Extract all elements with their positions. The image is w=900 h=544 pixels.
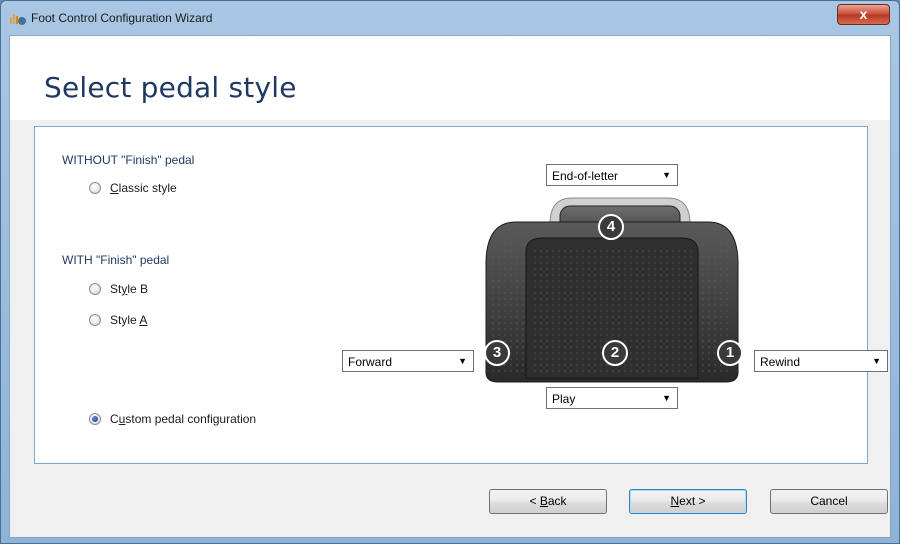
radio-label-custom: Custom pedal configuration: [110, 412, 257, 426]
app-icon: [10, 14, 26, 25]
pedal-number-4: 4: [598, 214, 624, 240]
chevron-down-icon: ▼: [872, 356, 881, 366]
wizard-window: Foot Control Configuration Wizard x Sele…: [0, 0, 900, 544]
radio-classic-style[interactable]: Classic style: [89, 181, 177, 195]
radio-label-style-b: Style B: [110, 282, 149, 296]
radio-style-b[interactable]: Style B: [89, 282, 148, 296]
page-title: Select pedal style: [44, 71, 297, 104]
radio-custom-pedal[interactable]: Custom pedal configuration: [89, 412, 256, 426]
chevron-down-icon: ▼: [662, 393, 671, 403]
radio-button[interactable]: [89, 283, 101, 295]
radio-label-classic: Classic style: [110, 181, 177, 195]
pedal-3-dropdown[interactable]: Forward ▼: [342, 350, 474, 372]
back-button[interactable]: < Back: [489, 489, 607, 514]
radio-button[interactable]: [89, 182, 101, 194]
next-button[interactable]: Next >: [629, 489, 747, 514]
radio-style-a[interactable]: Style A: [89, 313, 147, 327]
chevron-down-icon: ▼: [458, 356, 467, 366]
pedal-1-value: Rewind: [760, 355, 801, 369]
cancel-button[interactable]: Cancel: [770, 489, 888, 514]
radio-button[interactable]: [89, 413, 101, 425]
group-label-with-finish: WITH "Finish" pedal: [62, 253, 170, 267]
pedal-4-value: End-of-letter: [552, 169, 619, 183]
radio-label-style-a: Style A: [110, 313, 148, 327]
pedal-number-3: 3: [484, 340, 510, 366]
radio-button[interactable]: [89, 314, 101, 326]
pedal-number-2: 2: [602, 340, 628, 366]
pedal-3-value: Forward: [348, 355, 393, 369]
title-bar[interactable]: Foot Control Configuration Wizard x: [1, 1, 899, 34]
group-label-without-finish: WITHOUT "Finish" pedal: [62, 153, 195, 167]
pedal-1-dropdown[interactable]: Rewind ▼: [754, 350, 888, 372]
pedal-2-value: Play: [552, 392, 576, 406]
chevron-down-icon: ▼: [662, 170, 671, 180]
close-button[interactable]: x: [837, 4, 890, 25]
window-title: Foot Control Configuration Wizard: [31, 11, 213, 25]
wizard-client-area: Select pedal style WITHOUT "Finish" peda…: [9, 35, 891, 538]
close-icon: x: [859, 6, 868, 22]
pedal-2-dropdown[interactable]: Play ▼: [546, 387, 678, 409]
pedal-number-1: 1: [717, 340, 743, 366]
wizard-header: Select pedal style: [10, 36, 890, 120]
pedal-4-dropdown[interactable]: End-of-letter ▼: [546, 164, 678, 186]
